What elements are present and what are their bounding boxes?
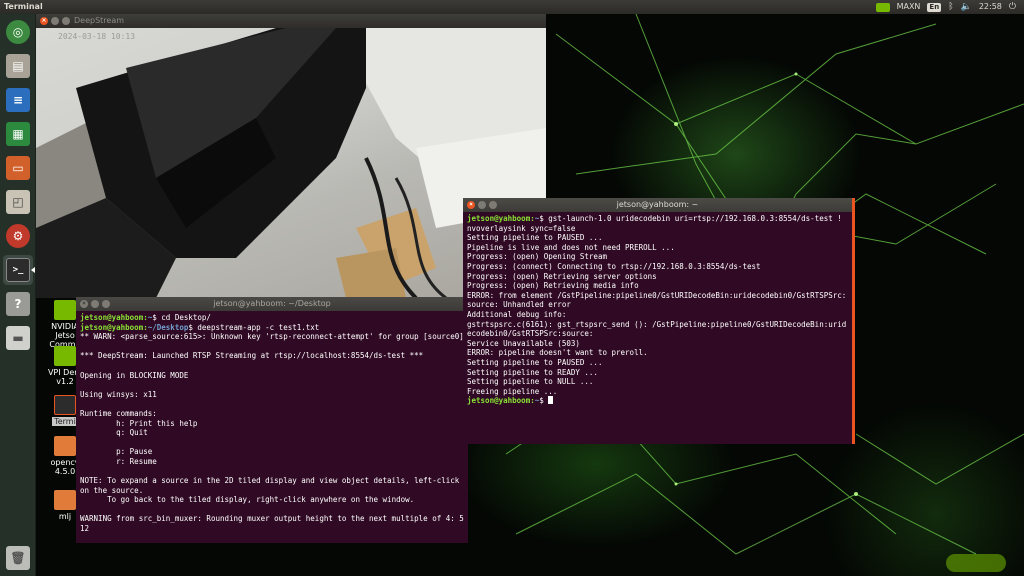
drive-icon: ▬ xyxy=(6,326,30,350)
nvidia-icon xyxy=(54,346,76,366)
nvidia-icon xyxy=(54,300,76,320)
active-indicator xyxy=(31,267,35,273)
window-title: DeepStream xyxy=(74,16,125,25)
drive-button[interactable]: ▬ xyxy=(3,323,33,353)
power-icon[interactable]: ⏻ xyxy=(1009,0,1016,14)
software-center-button[interactable]: ◰ xyxy=(3,187,33,217)
window-titlebar[interactable]: × jetson@yahboom: ~ xyxy=(463,198,852,212)
document-icon: ≡ xyxy=(6,88,30,112)
close-button[interactable]: × xyxy=(40,17,48,25)
ubuntu-dash-button[interactable]: ◎ xyxy=(3,17,33,47)
top-panel: Terminal MAXN En ᛒ 🔈 22:58 ⏻ xyxy=(0,0,1024,14)
trash-button[interactable]: 🗑 xyxy=(3,543,33,573)
command-text: $ cd Desktop/ xyxy=(152,313,211,322)
help-button[interactable]: ? xyxy=(3,289,33,319)
power-mode-label[interactable]: MAXN xyxy=(897,0,921,14)
prompt-path: ~/Desktop xyxy=(147,322,189,332)
terminal-output-area[interactable]: jetson@yahboom:~$ gst-launch-1.0 urideco… xyxy=(463,212,852,408)
desktop-icon-label: Termi xyxy=(52,417,78,426)
terminal-output-text: ** WARN: <parse_source:615>: Unknown key… xyxy=(80,332,464,534)
launcher: ◎ ▤ ≡ ▦ ▭ ◰ ⚙ >_ ? ▬ 🗑 xyxy=(0,14,36,576)
presentation-icon: ▭ xyxy=(6,156,30,180)
terminal-output-text: Setting pipeline to PAUSED ... Pipeline … xyxy=(467,233,847,396)
terminal-icon xyxy=(54,395,76,415)
prompt-user: jetson@yahboom: xyxy=(467,396,535,406)
folder-icon xyxy=(54,436,76,456)
keyboard-layout-indicator[interactable]: En xyxy=(927,2,942,12)
folder-icon: ▤ xyxy=(6,54,30,78)
calc-button[interactable]: ▦ xyxy=(3,119,33,149)
folder-icon xyxy=(54,490,76,510)
command-line: jetson@yahboom:~$ gst-launch-1.0 urideco… xyxy=(467,214,848,233)
spreadsheet-icon: ▦ xyxy=(6,122,30,146)
terminal-window-home[interactable]: × jetson@yahboom: ~ jetson@yahboom:~$ gs… xyxy=(463,198,855,444)
volume-icon[interactable]: 🔈 xyxy=(961,0,972,14)
prompt-user: jetson@yahboom: xyxy=(80,313,148,322)
shopping-bag-icon: ◰ xyxy=(6,190,30,214)
clock[interactable]: 22:58 xyxy=(979,0,1002,14)
bluetooth-icon[interactable]: ᛒ xyxy=(948,0,953,14)
prompt-user: jetson@yahboom: xyxy=(467,214,535,223)
impress-button[interactable]: ▭ xyxy=(3,153,33,183)
maximize-button[interactable] xyxy=(62,17,70,25)
window-controls: × xyxy=(40,17,70,25)
nvidia-logo-watermark xyxy=(946,554,1006,572)
nvidia-icon[interactable] xyxy=(875,2,890,12)
prompt-user: jetson@yahboom: xyxy=(80,322,148,332)
command-line: jetson@yahboom:~/Desktop$ deepstream-app… xyxy=(80,323,464,333)
writer-button[interactable]: ≡ xyxy=(3,85,33,115)
trash-icon: 🗑 xyxy=(6,546,30,570)
ubuntu-logo-icon: ◎ xyxy=(6,20,30,44)
system-settings-button[interactable]: ⚙ xyxy=(3,221,33,251)
minimize-button[interactable] xyxy=(51,17,59,25)
help-icon: ? xyxy=(6,292,30,316)
window-title: jetson@yahboom: ~ xyxy=(616,200,699,209)
current-prompt[interactable]: jetson@yahboom:~$ xyxy=(467,396,848,406)
system-tray: MAXN En ᛒ 🔈 22:58 ⏻ xyxy=(875,0,1024,14)
text-cursor xyxy=(548,396,554,405)
command-text: $ deepstream-app -c test1.txt xyxy=(188,322,320,332)
window-titlebar[interactable]: × DeepStream xyxy=(36,14,546,28)
terminal-output-area[interactable]: jetson@yahboom:~$ cd Desktop/jetson@yahb… xyxy=(76,311,468,536)
terminal-window-desktop[interactable]: × jetson@yahboom: ~/Desktop jetson@yahbo… xyxy=(76,297,468,543)
window-title: jetson@yahboom: ~/Desktop xyxy=(213,299,331,308)
command-line: jetson@yahboom:~$ cd Desktop/ xyxy=(80,313,464,323)
terminal-launcher-button[interactable]: >_ xyxy=(3,255,33,285)
window-titlebar[interactable]: × jetson@yahboom: ~/Desktop xyxy=(76,297,468,311)
terminal-icon: >_ xyxy=(6,258,30,282)
prompt-symbol: $ xyxy=(539,396,544,406)
file-manager-button[interactable]: ▤ xyxy=(3,51,33,81)
active-app-name: Terminal xyxy=(4,2,43,11)
osd-timestamp: 2024-03-18 10:13 xyxy=(58,32,136,41)
gear-icon: ⚙ xyxy=(6,224,30,248)
